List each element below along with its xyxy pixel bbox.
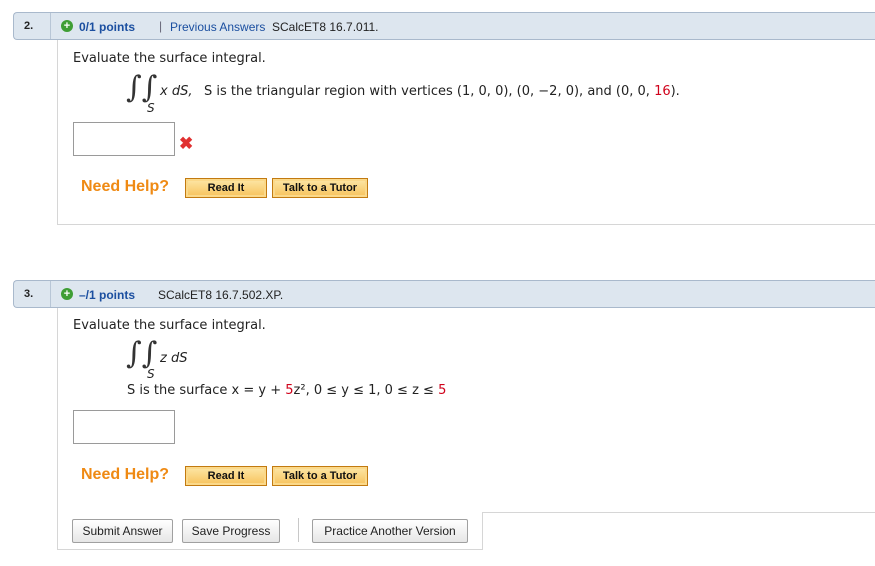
surface-description: S is the surface x = y + 5z², 0 ≤ y ≤ 1,… xyxy=(127,383,446,398)
divider xyxy=(298,518,299,542)
integral-subscript: S xyxy=(147,101,155,115)
question-prompt: Evaluate the surface integral. xyxy=(73,51,266,66)
need-help-label: Need Help? xyxy=(81,178,170,195)
integrand: x dS, xyxy=(160,84,192,99)
question-code: SCalcET8 16.7.011. xyxy=(272,20,379,34)
separator: | xyxy=(159,19,163,33)
surface-desc-mid: z², 0 ≤ y ≤ 1, 0 ≤ z ≤ xyxy=(293,383,439,398)
expand-plus-icon[interactable]: + xyxy=(61,20,73,32)
integrand-text: z dS xyxy=(160,351,188,366)
read-it-button[interactable]: Read It xyxy=(185,466,267,486)
divider xyxy=(57,549,482,550)
divider xyxy=(482,512,875,513)
read-it-button[interactable]: Read It xyxy=(185,178,267,198)
question-2-body xyxy=(57,40,875,225)
region-description: S is the triangular region with vertices… xyxy=(204,84,680,99)
talk-to-tutor-button[interactable]: Talk to a Tutor xyxy=(272,466,368,486)
question-2-header: 2. + 0/1 points | Previous Answers SCalc… xyxy=(13,12,875,40)
save-progress-button[interactable]: Save Progress xyxy=(182,519,280,543)
divider xyxy=(50,13,51,39)
integrand-text: x dS, xyxy=(160,84,193,99)
surface-desc-pre: S is the surface x = y + xyxy=(127,383,286,398)
previous-answers-link[interactable]: Previous Answers xyxy=(170,20,265,34)
question-number: 3. xyxy=(24,288,34,300)
points-label: –/1 points xyxy=(79,288,136,302)
need-help-label: Need Help? xyxy=(81,466,170,483)
region-desc-post: ). xyxy=(670,84,680,99)
double-integral-sign: ∫∫ xyxy=(126,336,158,371)
submit-answer-button[interactable]: Submit Answer xyxy=(72,519,173,543)
question-3-body xyxy=(57,308,58,550)
talk-to-tutor-button[interactable]: Talk to a Tutor xyxy=(272,178,368,198)
question-3-header: 3. + –/1 points SCalcET8 16.7.502.XP. xyxy=(13,280,875,308)
x-mark-icon: ✖ xyxy=(179,134,194,153)
answer-input-q2[interactable] xyxy=(73,122,175,156)
region-desc-pre: S is the triangular region with vertices… xyxy=(204,84,655,99)
integrand: z dS xyxy=(160,351,187,366)
region-desc-param: 16 xyxy=(654,84,671,99)
points-label: 0/1 points xyxy=(79,20,136,34)
double-integral-sign: ∫∫ xyxy=(126,70,158,105)
expand-plus-icon[interactable]: + xyxy=(61,288,73,300)
divider xyxy=(50,281,51,307)
answer-input-q3[interactable] xyxy=(73,410,175,444)
integral-subscript: S xyxy=(147,367,155,381)
question-number: 2. xyxy=(24,20,34,32)
surface-coef: 5 xyxy=(285,383,294,398)
divider xyxy=(482,512,483,550)
question-prompt: Evaluate the surface integral. xyxy=(73,318,266,333)
surface-bound: 5 xyxy=(438,383,447,398)
practice-another-version-button[interactable]: Practice Another Version xyxy=(312,519,468,543)
question-code: SCalcET8 16.7.502.XP. xyxy=(158,288,284,302)
